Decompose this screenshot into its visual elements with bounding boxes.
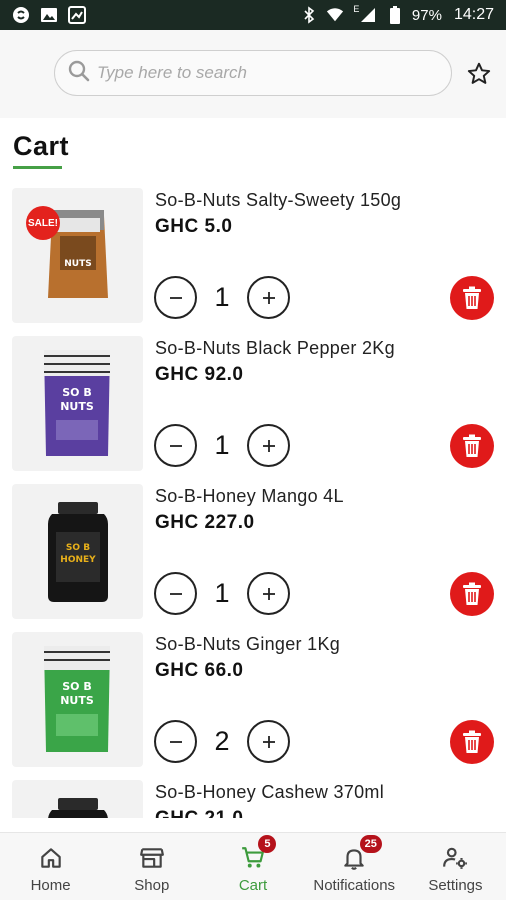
quantity-value: 1: [214, 282, 230, 312]
nav-label: Cart: [238, 877, 268, 894]
nav-cart[interactable]: 5 Cart: [202, 833, 303, 900]
product-image[interactable]: SO B HONEY: [12, 484, 143, 619]
settings-icon: [443, 847, 468, 869]
nav-label: Home: [30, 877, 71, 894]
search-bar[interactable]: [54, 50, 452, 96]
nav-label: Notifications: [313, 877, 396, 894]
minus-icon: [169, 296, 182, 299]
clock: 14:27: [453, 6, 494, 23]
plus-icon: [262, 291, 275, 304]
battery-icon: [386, 6, 404, 24]
product-image[interactable]: SO B NUTS: [12, 632, 143, 767]
title-underline: [13, 166, 62, 169]
svg-text:SO B: SO B: [62, 386, 92, 399]
product-name[interactable]: So-B-Nuts Ginger 1Kg: [155, 634, 340, 655]
minus-icon: [169, 740, 182, 743]
shop-icon: [139, 848, 164, 868]
increase-quantity-button[interactable]: [247, 424, 290, 467]
nav-settings[interactable]: Settings: [405, 833, 506, 900]
cart-item: So-B-Honey Cashew 370ml GHC 21.0: [0, 778, 506, 818]
nav-notifications[interactable]: 25 Notifications: [304, 833, 405, 900]
wifi-icon: [326, 6, 344, 24]
trash-icon: [463, 582, 481, 605]
delete-item-button[interactable]: [450, 276, 494, 320]
search-icon: [67, 59, 91, 88]
delete-item-button[interactable]: [450, 720, 494, 764]
product-price: GHC 92.0: [155, 364, 244, 385]
plus-icon: [262, 439, 275, 452]
svg-text:SO B: SO B: [62, 680, 92, 693]
minus-icon: [169, 444, 182, 447]
product-image[interactable]: [12, 780, 143, 818]
signal-icon: E: [352, 4, 378, 24]
product-name[interactable]: So-B-Honey Mango 4L: [155, 486, 344, 507]
nav-home[interactable]: Home: [0, 833, 101, 900]
delete-item-button[interactable]: [450, 572, 494, 616]
product-price: GHC 227.0: [155, 512, 255, 533]
decrease-quantity-button[interactable]: [154, 572, 197, 615]
notification-count-badge: 25: [359, 835, 382, 853]
cart-item: SO B NUTS So-B-Nuts Black Pepper 2Kg GHC…: [0, 334, 506, 471]
bottom-navigation: Home Shop 5 Cart 25 Notifications Settin…: [0, 832, 506, 900]
plus-icon: [262, 735, 275, 748]
svg-text:NUTS: NUTS: [60, 694, 94, 707]
battery-percent: 97%: [411, 6, 442, 24]
search-input[interactable]: [97, 63, 437, 83]
product-image[interactable]: NUTS SALE!: [12, 188, 143, 323]
nav-shop[interactable]: Shop: [101, 833, 202, 900]
cart-count-badge: 5: [258, 835, 277, 853]
product-price: GHC 66.0: [155, 660, 244, 681]
trash-icon: [463, 434, 481, 457]
sale-badge: SALE!: [26, 206, 60, 240]
svg-text:NUTS: NUTS: [64, 259, 91, 269]
product-name[interactable]: So-B-Nuts Black Pepper 2Kg: [155, 338, 395, 359]
delete-item-button[interactable]: [450, 424, 494, 468]
increase-quantity-button[interactable]: [247, 572, 290, 615]
home-icon: [40, 848, 61, 868]
minus-icon: [169, 592, 182, 595]
cart-screen: E 97% 14:27 Cart: [0, 0, 506, 900]
quantity-value: 1: [214, 430, 230, 460]
product-name[interactable]: So-B-Honey Cashew 370ml: [155, 782, 384, 803]
search-header: [0, 30, 506, 118]
plus-icon: [262, 587, 275, 600]
cart-list[interactable]: NUTS SALE! So-B-Nuts Salty-Sweety 150g G…: [0, 186, 506, 818]
product-image[interactable]: SO B NUTS: [12, 336, 143, 471]
increase-quantity-button[interactable]: [247, 720, 290, 763]
nav-label: Settings: [428, 877, 483, 894]
page-title: Cart: [13, 131, 70, 161]
cart-item: NUTS SALE! So-B-Nuts Salty-Sweety 150g G…: [0, 186, 506, 323]
decrease-quantity-button[interactable]: [154, 276, 197, 319]
image-icon: [40, 6, 58, 24]
svg-text:HONEY: HONEY: [60, 555, 96, 565]
bluetooth-icon: [300, 6, 318, 24]
favorites-star-icon[interactable]: [466, 61, 492, 87]
trash-icon: [463, 286, 481, 309]
increase-quantity-button[interactable]: [247, 276, 290, 319]
product-name[interactable]: So-B-Nuts Salty-Sweety 150g: [155, 190, 401, 211]
trash-icon: [463, 730, 481, 753]
status-bar: E 97% 14:27: [0, 0, 506, 30]
decrease-quantity-button[interactable]: [154, 424, 197, 467]
quantity-value: 2: [214, 726, 230, 756]
product-price: GHC 5.0: [155, 216, 233, 237]
svg-text:SO B: SO B: [66, 543, 90, 553]
quantity-value: 1: [214, 578, 230, 608]
shazam-icon: [12, 6, 30, 24]
cart-item: SO B HONEY So-B-Honey Mango 4L GHC 227.0…: [0, 482, 506, 619]
decrease-quantity-button[interactable]: [154, 720, 197, 763]
cart-item: SO B NUTS So-B-Nuts Ginger 1Kg GHC 66.0 …: [0, 630, 506, 767]
nav-label: Shop: [134, 877, 170, 894]
svg-text:NUTS: NUTS: [60, 400, 94, 413]
gallery-icon: [68, 6, 86, 24]
product-price: GHC 21.0: [155, 808, 243, 818]
